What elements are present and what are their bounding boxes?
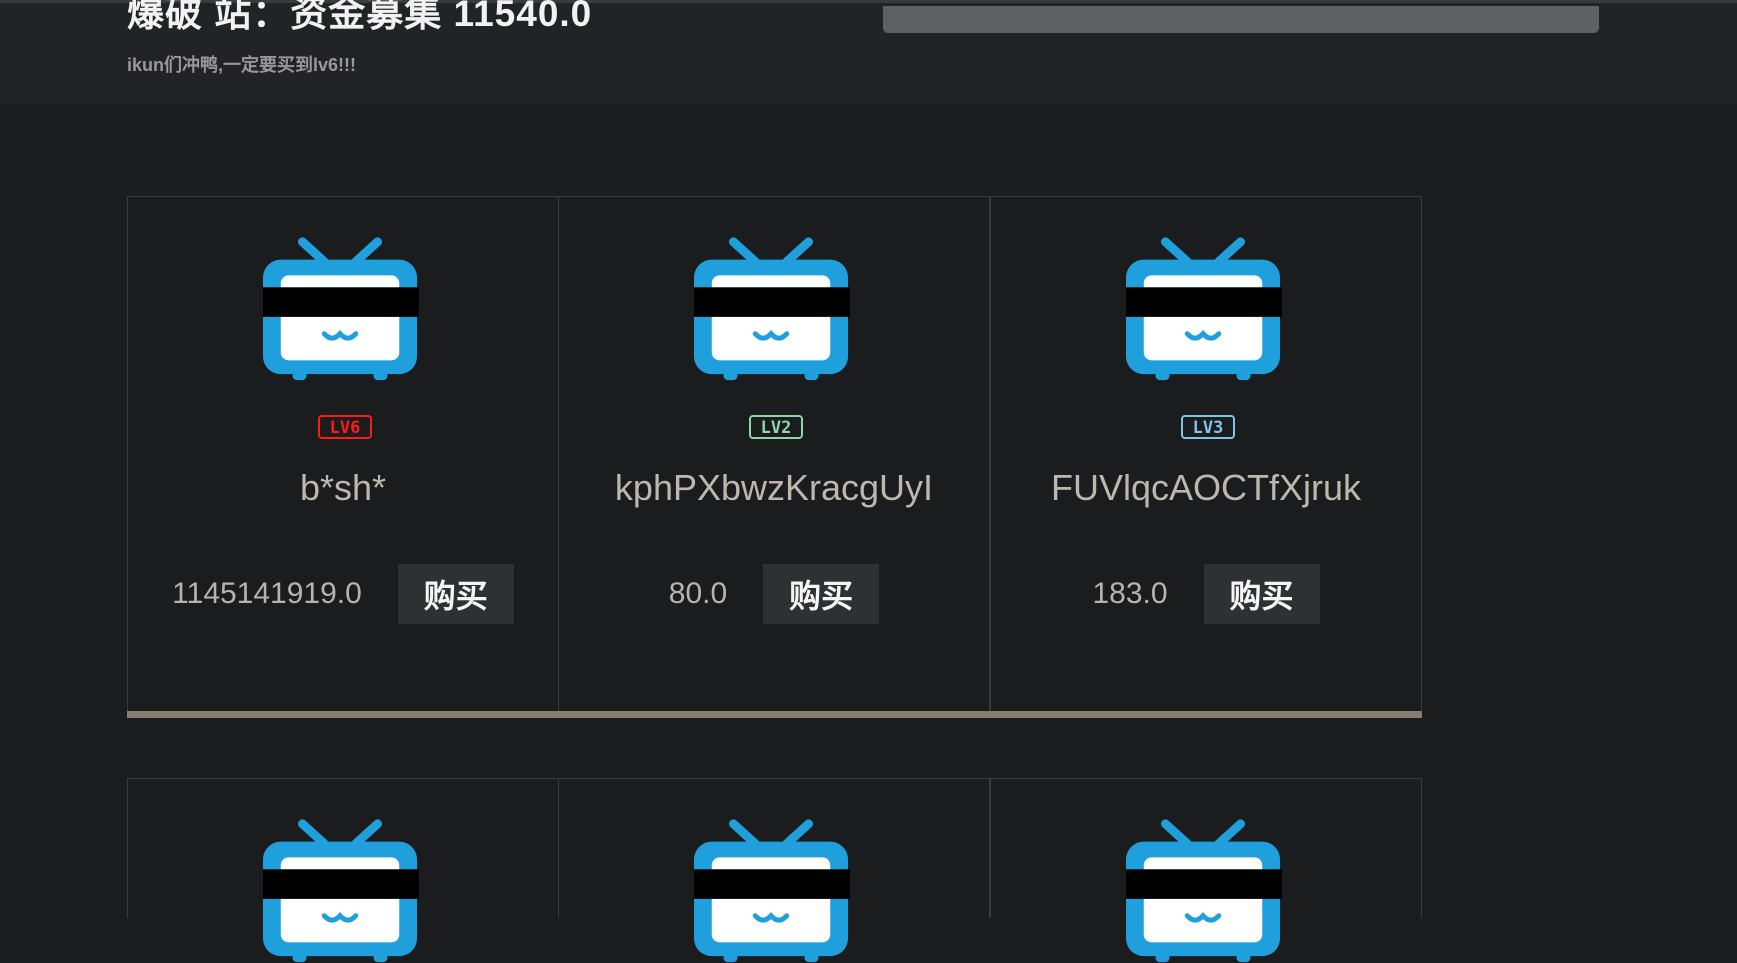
level-badge-text: LV3: [1193, 418, 1224, 438]
level-badge-text: LV2: [761, 418, 792, 438]
product-grid-row-2: [127, 778, 1423, 918]
page-header: 爆破 站：资金募集 11540.0 ikun们冲鸭,一定要买到lv6!!!: [0, 0, 1737, 104]
bilibili-tv-icon: [1126, 237, 1282, 381]
level-badge-icon: LV3: [1181, 415, 1235, 439]
product-name: kphPXbwzKracgUyI: [614, 467, 934, 508]
bilibili-tv-icon: [263, 237, 419, 381]
product-card: LV2 kphPXbwzKracgUyI 80.0 购买: [558, 196, 990, 718]
product-name: FUVlqcAOCTfXjruk: [1050, 467, 1362, 508]
funding-progress-bar: [883, 6, 1599, 33]
bilibili-tv-icon: [1126, 819, 1282, 963]
product-card: LV3 FUVlqcAOCTfXjruk 183.0 购买: [990, 196, 1422, 718]
buy-button[interactable]: 购买: [397, 564, 514, 624]
page-subtitle: ikun们冲鸭,一定要买到lv6!!!: [127, 55, 357, 75]
product-grid: LV6 b*sh* 1145141919.0 购买 LV2 kphPXbwzKr…: [127, 196, 1423, 718]
card-accent-bar: [127, 711, 559, 718]
page-title: 爆破 站：资金募集 11540.0: [127, 0, 593, 34]
card-accent-bar: [990, 711, 1422, 718]
product-name: b*sh*: [299, 467, 387, 508]
product-card: LV6 b*sh* 1145141919.0 购买: [127, 196, 559, 718]
card-accent-bar: [558, 711, 990, 718]
product-price: 1145141919.0: [172, 577, 362, 610]
bilibili-tv-icon: [263, 819, 419, 963]
product-price: 183.0: [1092, 577, 1168, 610]
product-card: [558, 778, 990, 918]
buy-button[interactable]: 购买: [763, 564, 880, 624]
product-card: [990, 778, 1422, 918]
bilibili-tv-icon: [694, 819, 850, 963]
level-badge-icon: LV2: [749, 415, 803, 439]
level-badge-icon: LV6: [318, 415, 372, 439]
buy-button[interactable]: 购买: [1203, 564, 1320, 624]
level-badge-text: LV6: [330, 418, 361, 438]
product-card: [127, 778, 559, 918]
bilibili-tv-icon: [694, 237, 850, 381]
product-price: 80.0: [668, 577, 728, 610]
